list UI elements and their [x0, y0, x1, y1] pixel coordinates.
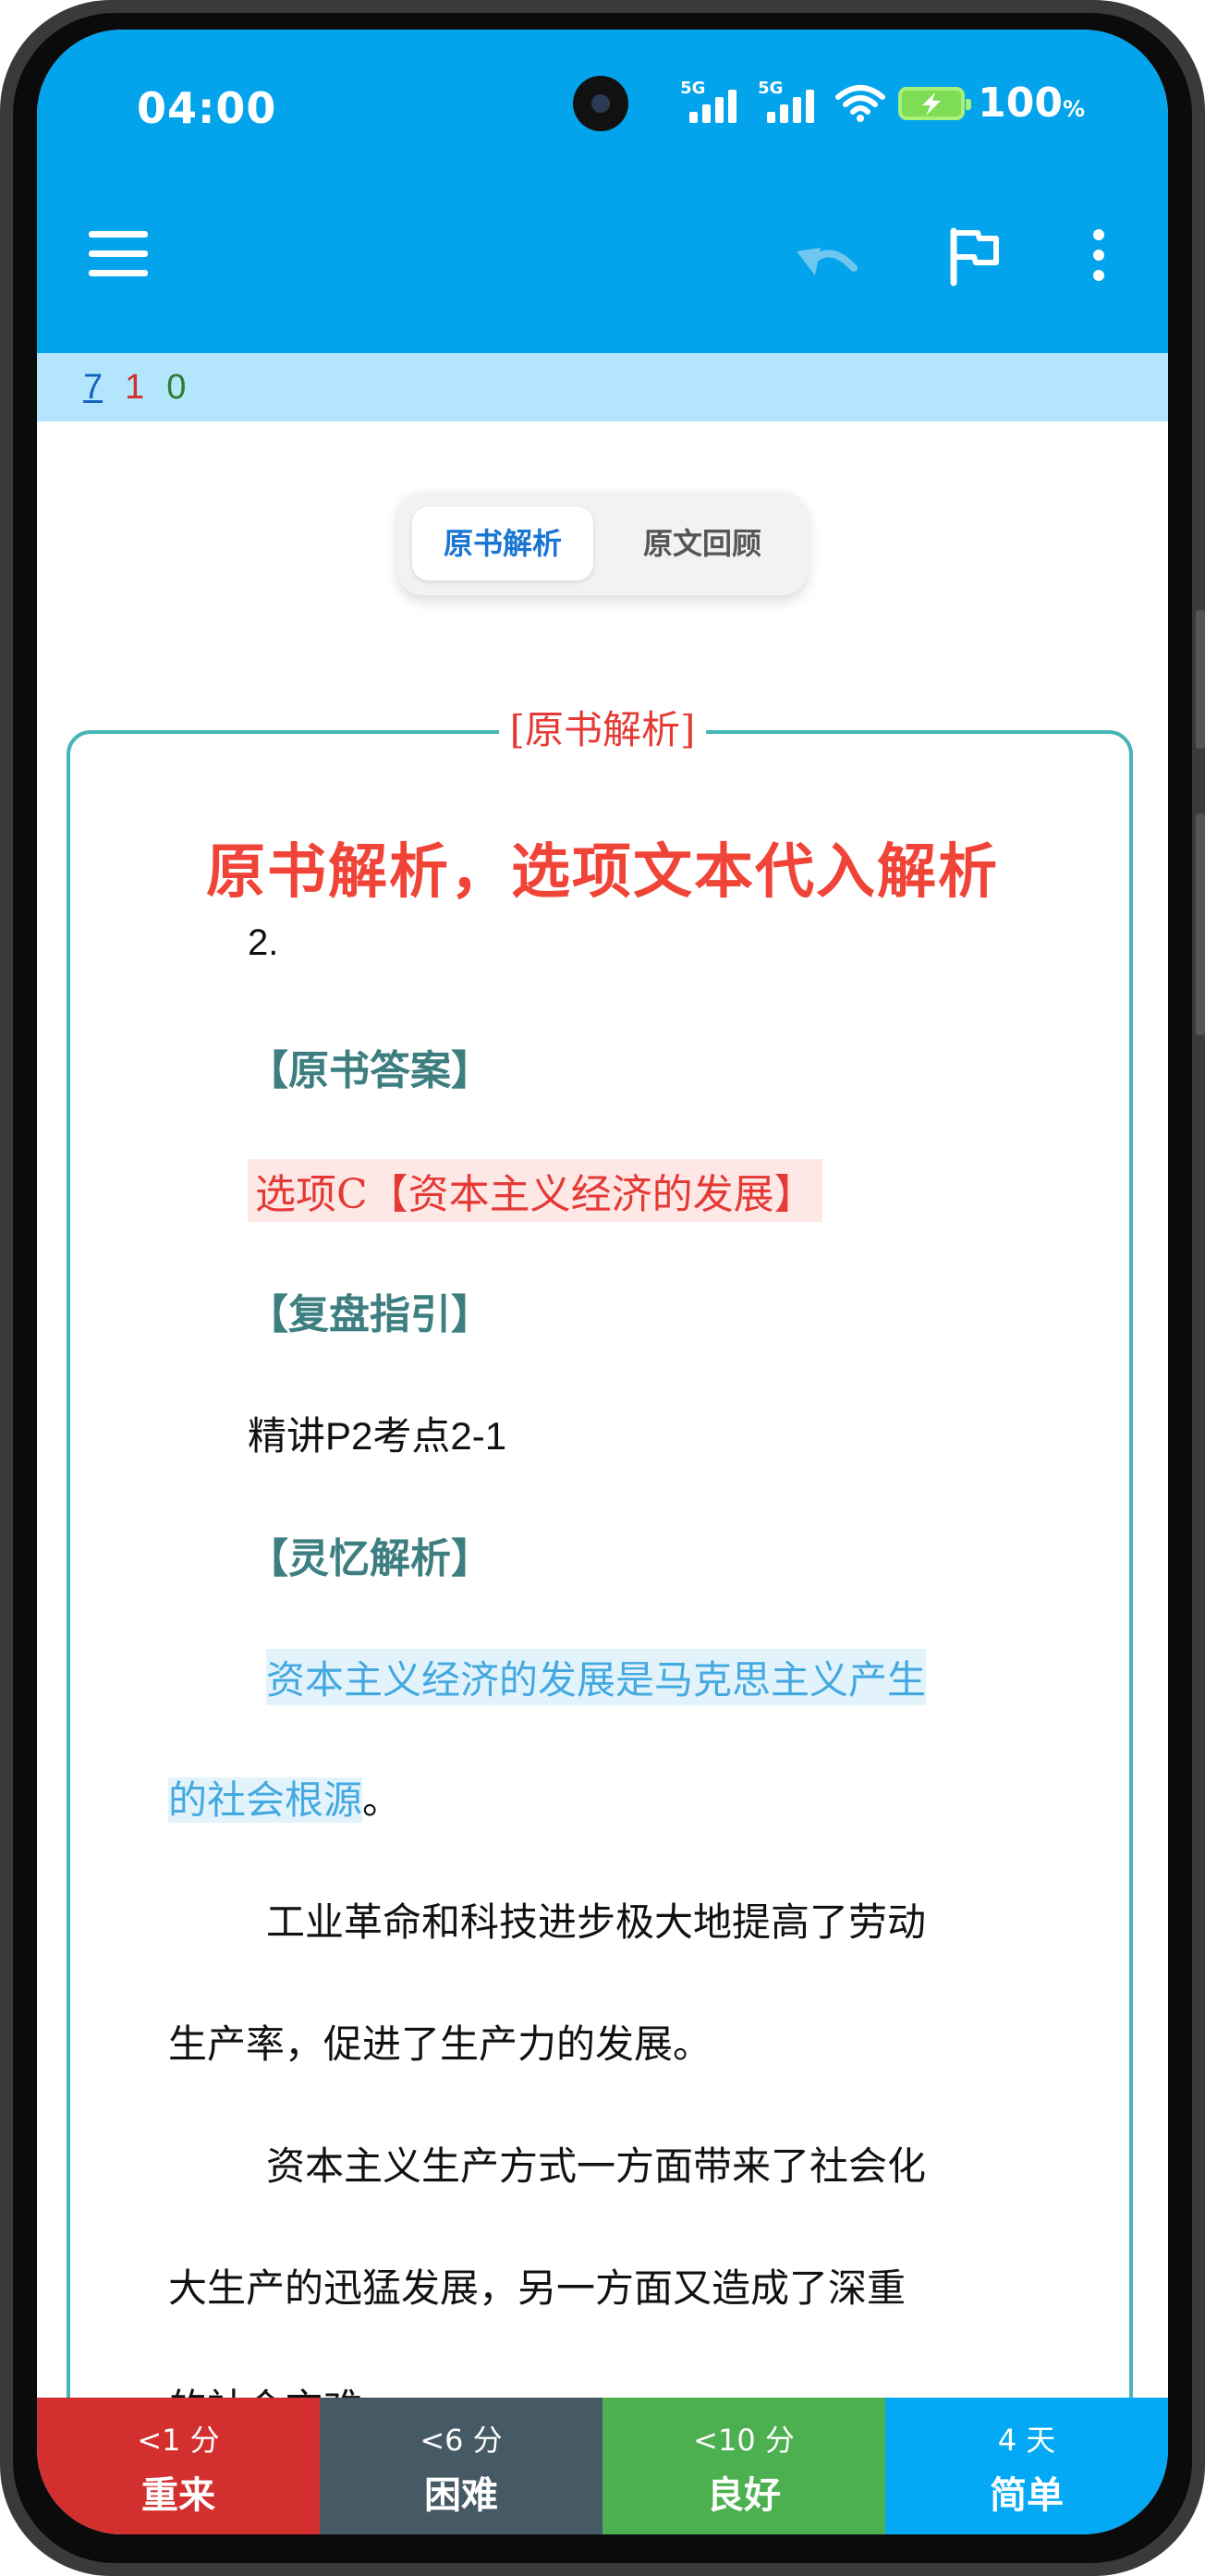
guide-text: 精讲P2考点2-1 [248, 1414, 507, 1458]
front-camera [573, 76, 628, 131]
volume-button [1196, 610, 1205, 749]
easy-button[interactable]: 4 天 简单 [885, 2398, 1168, 2534]
question-number: 2. [248, 922, 279, 963]
signal-label: 5G [758, 78, 784, 98]
app-bar: 04:00 5G 5G 100% [37, 30, 1168, 353]
undo-icon[interactable] [793, 235, 861, 283]
paragraph-2-line1: 资本主义生产方式一方面带来了社会化 [266, 2143, 927, 2189]
analysis-highlight-line1: 资本主义经济的发展是马克思主义产生 [266, 1649, 927, 1705]
battery-level: 100% [978, 79, 1085, 127]
paragraph-2-line2: 大生产的迅猛发展，另一方面又造成了深重 [168, 2265, 907, 2311]
answer-heading: 【原书答案】 [248, 1047, 492, 1094]
again-label: 重来 [141, 2474, 215, 2517]
hard-label: 困难 [424, 2474, 498, 2517]
signal-label: 5G [680, 78, 706, 98]
battery-icon [898, 86, 972, 120]
phone-frame: 04:00 5G 5G 100% 7 1 0 原书解析 原文回顾 [原书解析] … [0, 0, 1205, 2576]
flag-icon[interactable] [946, 226, 1002, 287]
hard-interval: <6 分 [420, 2423, 503, 2458]
segmented-tabs: 原书解析 原文回顾 [397, 492, 808, 595]
card-headline: 原书解析，选项文本代入解析 [206, 837, 999, 907]
guide-heading: 【复盘指引】 [248, 1291, 492, 1338]
card-counts-bar: 7 1 0 [37, 353, 1168, 421]
analysis-heading: 【灵忆解析】 [248, 1535, 492, 1582]
tab-original-review[interactable]: 原文回顾 [612, 507, 793, 580]
analysis-line2: 的社会根源。 [168, 1777, 402, 1823]
paragraph-1-line2: 生产率，促进了生产力的发展。 [168, 2021, 712, 2067]
tab-original-analysis[interactable]: 原书解析 [412, 507, 593, 580]
review-count: 0 [166, 367, 187, 407]
analysis-box-title: [原书解析] [37, 699, 1168, 755]
hard-button[interactable]: <6 分 困难 [320, 2398, 602, 2534]
good-interval: <10 分 [693, 2423, 795, 2458]
signal-5g-icon: 5G [680, 78, 745, 125]
again-button[interactable]: <1 分 重来 [37, 2398, 320, 2534]
hamburger-icon[interactable] [89, 231, 148, 279]
again-interval: <1 分 [137, 2423, 220, 2458]
signal-5g-icon-2: 5G [758, 78, 822, 125]
status-icons: 5G 5G 100% [680, 78, 1085, 128]
good-button[interactable]: <10 分 良好 [602, 2398, 885, 2534]
good-label: 良好 [707, 2474, 781, 2517]
answer-buttons: <1 分 重来 <6 分 困难 <10 分 良好 4 天 简单 [37, 2398, 1168, 2534]
app-screen: 04:00 5G 5G 100% 7 1 0 原书解析 原文回顾 [原书解析] … [37, 30, 1168, 2534]
more-vert-icon[interactable] [1090, 227, 1107, 283]
new-count: 7 [83, 367, 103, 407]
answer-text: 选项C【资本主义经济的发展】 [248, 1159, 822, 1222]
easy-interval: 4 天 [997, 2423, 1056, 2458]
status-time: 04:00 [137, 83, 277, 133]
easy-label: 简单 [990, 2474, 1064, 2517]
paragraph-1-line1: 工业革命和科技进步极大地提高了劳动 [266, 1899, 927, 1945]
power-button [1196, 813, 1205, 1035]
wifi-icon [835, 84, 886, 122]
learn-count: 1 [125, 367, 145, 407]
